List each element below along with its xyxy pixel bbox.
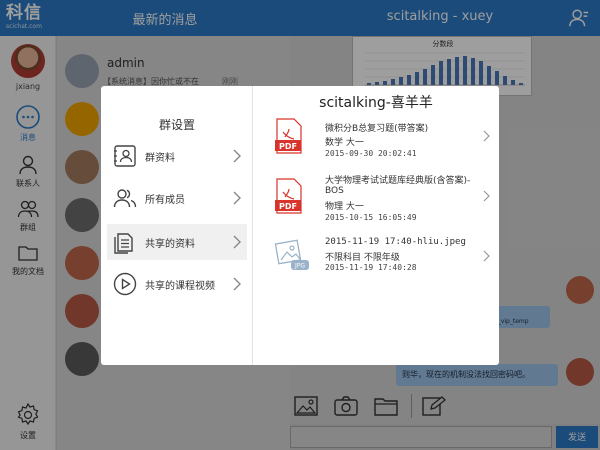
svg-text:PDF: PDF	[279, 142, 297, 151]
chevron-right-icon	[233, 149, 241, 163]
chevron-right-icon	[483, 250, 490, 262]
settings-menu: 群设置 群资料 所有成员 共享的资料 共享的课程视频	[101, 86, 253, 365]
chevron-right-icon	[233, 277, 241, 291]
image-file-icon: JPG	[274, 239, 309, 270]
file-item[interactable]: PDF 微积分B总复习题(带答案) 数学 大一 2015-09-30 20:02…	[253, 114, 499, 162]
file-item[interactable]: JPG 2015-11-19 17:40-hliu.jpeg 不限科目 不限年级…	[253, 232, 499, 278]
pdf-file-icon: PDF	[275, 118, 302, 154]
menu-item-all-members[interactable]: 所有成员	[107, 180, 247, 216]
svg-text:PDF: PDF	[279, 202, 297, 211]
group-settings-title: 群设置	[158, 118, 195, 132]
chevron-right-icon	[483, 130, 490, 142]
members-icon	[113, 189, 137, 208]
chevron-right-icon	[233, 235, 241, 249]
shared-docs-icon	[114, 233, 133, 254]
group-settings-dialog: 群设置 群资料 所有成员 共享的资料 共享的课程视频 scitalking-喜羊…	[101, 86, 499, 365]
id-card-icon	[114, 145, 136, 167]
play-icon	[113, 272, 137, 296]
file-item[interactable]: PDF 大学物理考试试题库经典版(含答案)- BOS 物理 大一 2015-10…	[253, 168, 499, 228]
pdf-file-icon: PDF	[275, 178, 302, 214]
svg-text:JPG: JPG	[294, 263, 305, 270]
menu-item-shared-course-videos[interactable]: 共享的课程视频	[107, 266, 247, 302]
menu-item-group-info[interactable]: 群资料	[107, 138, 247, 174]
menu-item-shared-documents[interactable]: 共享的资料	[107, 224, 247, 260]
shared-documents-panel: scitalking-喜羊羊 PDF 微积分B总复习题(带答案) 数学 大一 2…	[253, 86, 499, 365]
chevron-right-icon	[483, 190, 490, 202]
chevron-right-icon	[233, 191, 241, 205]
group-name-title: scitalking-喜羊羊	[319, 95, 433, 111]
